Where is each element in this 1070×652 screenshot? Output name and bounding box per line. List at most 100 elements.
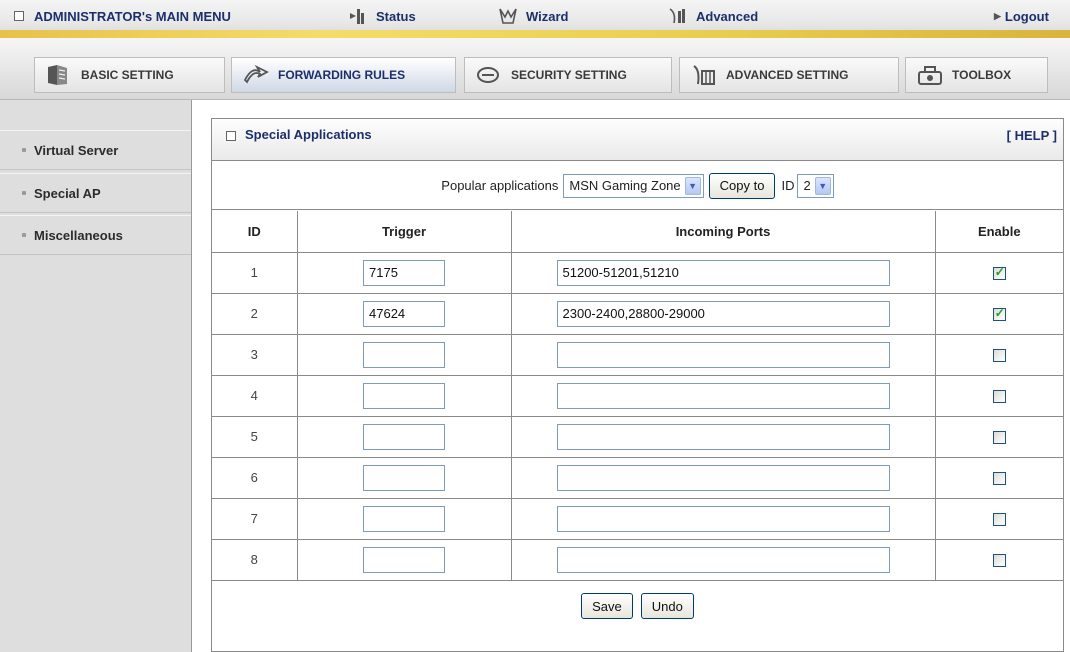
table-row: 8 <box>212 538 1063 581</box>
tab-advanced-setting[interactable]: ADVANCED SETTING <box>679 57 899 93</box>
table-row: 5 <box>212 415 1063 458</box>
status-icon <box>350 9 364 24</box>
special-applications-panel: Special Applications [ HELP ] Popular ap… <box>211 118 1064 652</box>
logout-link-text: Logout <box>1004 8 1049 24</box>
incoming-ports-cell <box>510 251 936 294</box>
enable-checkbox[interactable] <box>992 513 1006 527</box>
incoming-ports-input[interactable] <box>556 464 890 491</box>
top-menu-bar: ADMINISTRATOR's MAIN MENU Status Wizard … <box>0 0 1070 38</box>
popular-applications-row: Popular applications MSN Gaming Zone ▼ C… <box>212 162 1063 210</box>
bullet-icon <box>22 233 26 237</box>
trigger-input[interactable] <box>363 382 445 409</box>
row-id: 4 <box>212 374 298 417</box>
category-tab-bar: BASIC SETTING FORWARDING RULES SECURITY … <box>0 38 1070 100</box>
panel-title: Special Applications <box>245 127 372 142</box>
row-id: 8 <box>212 538 298 581</box>
logout-link[interactable]: ▶ Logout <box>994 6 1049 26</box>
trigger-input[interactable] <box>363 259 445 286</box>
panel-header: Special Applications [ HELP ] <box>212 119 1063 161</box>
incoming-ports-cell <box>510 456 936 499</box>
enable-checkbox[interactable] <box>992 472 1006 486</box>
enable-cell <box>934 374 1063 417</box>
row-id-text: 6 <box>250 470 258 485</box>
trigger-column-header: Trigger <box>296 211 512 253</box>
sidebar-item-special-ap[interactable]: Special AP <box>0 173 191 213</box>
form-buttons: Save Undo <box>212 581 1063 631</box>
sidebar: Virtual Server Special AP Miscellaneous <box>0 100 192 652</box>
table-row: 2 <box>212 292 1063 335</box>
trigger-cell <box>296 415 512 458</box>
trigger-cell <box>296 456 512 499</box>
incoming-ports-cell <box>510 415 936 458</box>
row-id: 2 <box>212 292 298 335</box>
row-id-text: 5 <box>250 429 258 444</box>
incoming-ports-input[interactable] <box>556 423 890 450</box>
wizard-link[interactable]: Wizard <box>498 6 569 26</box>
tab-basic-setting-label: BASIC SETTING <box>81 68 174 82</box>
incoming-ports-input[interactable] <box>556 505 890 532</box>
advanced-link-text: Advanced <box>696 8 759 24</box>
status-link[interactable]: Status <box>348 6 416 26</box>
enable-cell <box>934 497 1063 540</box>
enable-cell <box>934 333 1063 376</box>
incoming-ports-input[interactable] <box>556 382 890 409</box>
row-id: 7 <box>212 497 298 540</box>
table-header-row: ID Trigger Incoming Ports Enable <box>212 211 1063 253</box>
trigger-input[interactable] <box>363 546 445 573</box>
help-link[interactable]: [ HELP ] <box>1007 128 1057 143</box>
advanced-link[interactable]: Advanced <box>668 6 758 26</box>
tab-toolbox[interactable]: TOOLBOX <box>905 57 1048 93</box>
save-button[interactable]: Save <box>581 593 633 619</box>
sidebar-item-label: Miscellaneous <box>34 227 123 243</box>
enable-cell <box>934 415 1063 458</box>
row-id-text: 1 <box>250 265 258 280</box>
trigger-input[interactable] <box>363 300 445 327</box>
trigger-cell <box>296 374 512 417</box>
trigger-input[interactable] <box>363 341 445 368</box>
enable-checkbox[interactable] <box>992 306 1006 322</box>
trigger-input[interactable] <box>363 505 445 532</box>
table-row: 3 <box>212 333 1063 376</box>
copy-to-button[interactable]: Copy to <box>708 172 776 199</box>
folder-icon <box>48 65 67 85</box>
incoming-ports-input[interactable] <box>556 341 890 368</box>
id-select[interactable]: 2 ▼ <box>797 173 834 198</box>
enable-cell <box>934 292 1063 335</box>
tab-advanced-setting-label: ADVANCED SETTING <box>726 68 849 82</box>
incoming-ports-column-header: Incoming Ports <box>510 211 936 253</box>
sidebar-item-virtual-server[interactable]: Virtual Server <box>0 130 191 170</box>
tab-security-setting[interactable]: SECURITY SETTING <box>464 57 672 93</box>
incoming-ports-cell <box>510 538 936 581</box>
trigger-input[interactable] <box>363 464 445 491</box>
tab-toolbox-label: TOOLBOX <box>952 68 1012 82</box>
enable-column-header: Enable <box>934 211 1063 253</box>
incoming-ports-cell <box>510 292 936 335</box>
incoming-ports-input[interactable] <box>556 546 890 573</box>
incoming-ports-cell <box>510 374 936 417</box>
row-id-text: 7 <box>250 511 258 526</box>
enable-cell <box>934 251 1063 294</box>
popular-applications-select[interactable]: MSN Gaming Zone ▼ <box>563 173 704 198</box>
incoming-ports-input[interactable] <box>556 300 890 327</box>
row-id: 1 <box>212 251 298 294</box>
sidebar-item-label: Special AP <box>34 185 101 201</box>
incoming-ports-cell <box>510 333 936 376</box>
enable-checkbox[interactable] <box>992 349 1006 363</box>
enable-checkbox[interactable] <box>992 554 1006 568</box>
undo-button[interactable]: Undo <box>640 593 694 619</box>
incoming-ports-input[interactable] <box>556 259 890 286</box>
trigger-input[interactable] <box>363 423 445 450</box>
bullet-icon <box>22 191 26 195</box>
wizard-link-text: Wizard <box>526 8 569 24</box>
enable-checkbox[interactable] <box>992 390 1006 404</box>
enable-checkbox[interactable] <box>992 431 1006 445</box>
logout-arrow-icon: ▶ <box>994 10 1001 21</box>
enable-checkbox[interactable] <box>992 265 1006 281</box>
tab-basic-setting[interactable]: BASIC SETTING <box>34 57 225 93</box>
trigger-cell <box>296 333 512 376</box>
lock-icon <box>477 67 499 83</box>
tab-forwarding-rules[interactable]: FORWARDING RULES <box>231 57 456 93</box>
table-row: 7 <box>212 497 1063 540</box>
sidebar-item-label: Virtual Server <box>34 142 119 158</box>
sidebar-item-miscellaneous[interactable]: Miscellaneous <box>0 215 191 255</box>
